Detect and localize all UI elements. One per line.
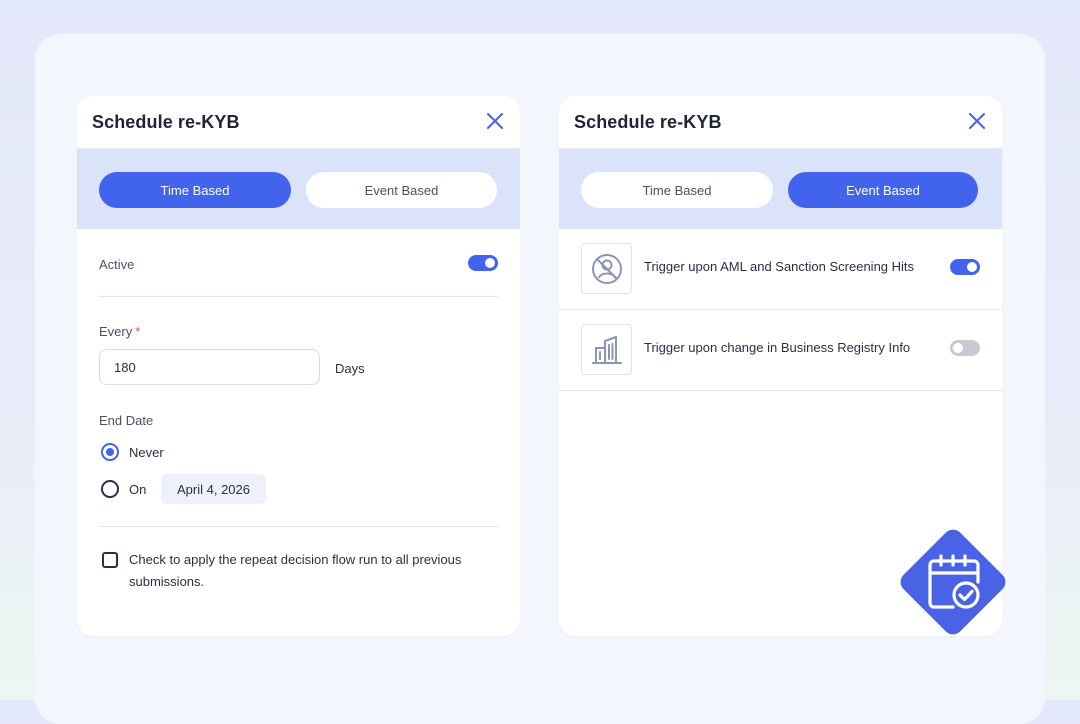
tab-time-based[interactable]: Time Based — [99, 172, 291, 208]
end-never-radio[interactable] — [101, 443, 119, 461]
required-marker: * — [135, 324, 141, 339]
tab-time-based[interactable]: Time Based — [581, 172, 773, 208]
trigger-label: Trigger upon change in Business Registry… — [644, 340, 911, 355]
apply-previous-label: Check to apply the repeat decision flow … — [129, 552, 462, 589]
trigger-registry-toggle[interactable] — [950, 340, 980, 356]
end-on-radio[interactable] — [101, 480, 119, 498]
tab-event-based[interactable]: Event Based — [306, 172, 497, 208]
trigger-icon-frame — [581, 324, 632, 375]
tab-bar: Time Based Event Based — [559, 149, 1002, 229]
dialog-title: Schedule re-KYB — [574, 112, 722, 132]
tab-bar: Time Based Event Based — [77, 149, 520, 229]
apply-previous-checkbox[interactable] — [102, 552, 118, 568]
trigger-aml-toggle[interactable] — [950, 259, 980, 275]
trigger-label: Trigger upon AML and Sanction Screening … — [644, 259, 915, 274]
every-input[interactable]: 180 — [99, 349, 320, 385]
dialog-header: Schedule re-KYB — [559, 96, 1002, 149]
calendar-check-icon — [900, 529, 1006, 635]
dialog-title: Schedule re-KYB — [92, 112, 240, 132]
no-person-icon — [591, 253, 622, 284]
close-icon[interactable] — [486, 112, 504, 130]
active-label: Active — [99, 257, 135, 272]
buildings-icon — [591, 335, 622, 364]
schedule-dialog-time-based: Schedule re-KYB Time Based Event Based A… — [77, 96, 520, 636]
every-label: Every * — [99, 324, 141, 339]
end-never-label: Never — [129, 445, 164, 460]
active-toggle[interactable] — [468, 255, 498, 271]
tab-event-based[interactable]: Event Based — [788, 172, 978, 208]
end-date-picker[interactable]: April 4, 2026 — [161, 474, 266, 504]
end-on-label: On — [129, 482, 147, 497]
divider — [99, 526, 498, 527]
trigger-icon-frame — [581, 243, 632, 294]
trigger-row-aml: Trigger upon AML and Sanction Screening … — [559, 229, 1002, 310]
end-date-label: End Date — [99, 413, 154, 428]
trigger-row-registry: Trigger upon change in Business Registry… — [559, 310, 1002, 391]
divider — [99, 296, 498, 297]
dialog-header: Schedule re-KYB — [77, 96, 520, 149]
every-unit-label: Days — [335, 361, 365, 376]
close-icon[interactable] — [968, 112, 986, 130]
